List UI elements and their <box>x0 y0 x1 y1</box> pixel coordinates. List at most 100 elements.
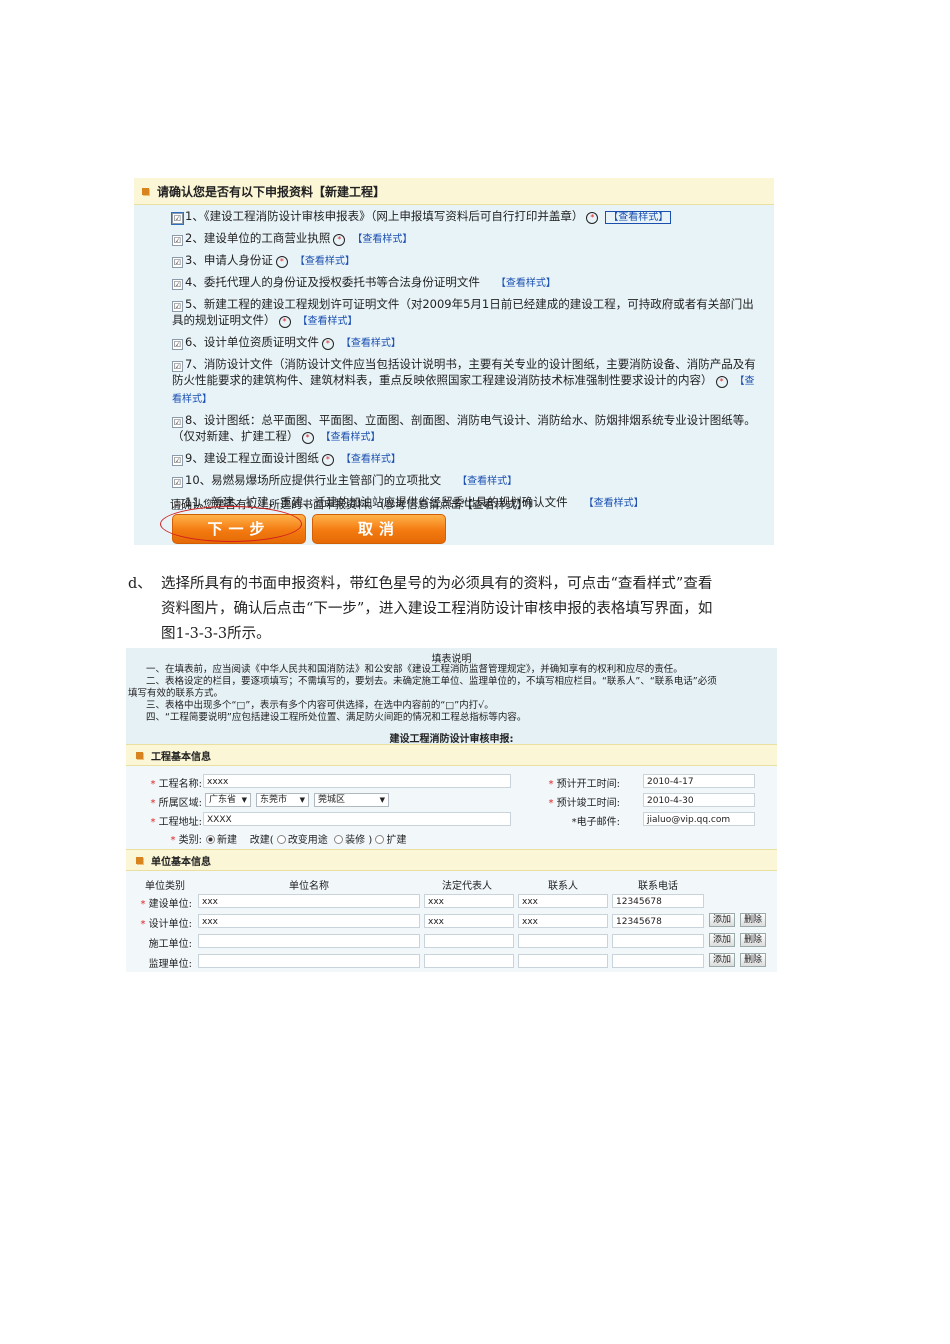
item-text: 8、设计图纸：总平面图、平面图、立面图、剖面图、消防电气设计、消防给水、防烟排烟… <box>172 413 756 443</box>
view-sample-link[interactable]: 【查看样式】 <box>457 476 517 487</box>
end-date-label: * 预计竣工时间: <box>548 798 620 809</box>
checkbox[interactable]: ☑ <box>172 361 183 372</box>
checkbox[interactable]: ☑ <box>172 257 183 268</box>
column-header: 联系电话 <box>638 881 678 892</box>
notes-title: 填表说明 <box>431 654 472 665</box>
chevron-down-icon: ▼ <box>241 796 247 804</box>
delete-button[interactable]: 删除 <box>740 913 766 927</box>
add-button[interactable]: 添加 <box>709 913 735 927</box>
view-sample-link[interactable]: 【查看样式】 <box>298 316 358 327</box>
note-line: 四、“工程简要说明”应包括建设工程所处位置、满足防火间距的情况和工程总指标等内容… <box>146 712 527 723</box>
city-select[interactable]: 东莞市 ▼ <box>256 793 309 807</box>
checkbox[interactable]: ☑ <box>172 339 183 350</box>
view-sample-link[interactable]: 【查看样式】 <box>341 338 401 349</box>
checklist-header: 请确认您是否有以下申报资料【新建工程】 <box>134 178 774 205</box>
checklist-item: ☑ 5、新建工程的建设工程规划许可证明文件（对2009年5月1日前已经建成的建设工… <box>172 296 762 330</box>
contact-input[interactable] <box>518 954 608 968</box>
view-sample-link[interactable]: 【查看样式】 <box>295 256 355 267</box>
contact-input[interactable] <box>518 934 608 948</box>
checklist-item: ☑ 8、设计图纸：总平面图、平面图、立面图、剖面图、消防电气设计、消防给水、防烟排… <box>172 412 762 446</box>
checkbox[interactable]: ☑ <box>171 212 184 225</box>
checkbox[interactable]: ☑ <box>172 417 183 428</box>
checklist-item: ☑ 1、《建设工程消防设计审核申报表》（网上申报填写资料后可自行打印并盖章） * 【查… <box>171 208 762 226</box>
required-star-icon: * <box>275 256 288 268</box>
unit-type: 建设单位: <box>148 899 192 910</box>
paragraph-line: 资料图片，确认后点击“下一步”，进入建设工程消防设计审核申报的表格填写界面，如 <box>161 601 713 617</box>
add-button[interactable]: 添加 <box>709 933 735 947</box>
district-select[interactable]: 莞城区 ▼ <box>314 793 389 807</box>
add-button[interactable]: 添加 <box>709 953 735 967</box>
radio-decoration[interactable] <box>334 835 344 844</box>
chevron-down-icon: ▼ <box>299 796 305 804</box>
checklist-item: ☑ 10、易燃易爆场所应提供行业主管部门的立项批文 【查看样式】 <box>172 472 762 490</box>
required-star-icon: * <box>321 454 334 466</box>
checklist: ☑ 1、《建设工程消防设计审核申报表》（网上申报填写资料后可自行打印并盖章） * 【查… <box>171 208 762 516</box>
unit-type: 监理单位: <box>148 959 192 970</box>
note-line: 填写有效的联系方式。 <box>128 688 224 699</box>
end-date-input[interactable]: 2010-4-30 <box>643 793 755 807</box>
bullet-icon <box>142 187 149 195</box>
note-line: 一、在填表前，应当阅读《中华人民共和国消防法》和公安部《建设工程消防监督管理规定… <box>146 664 683 675</box>
legal-rep-input[interactable] <box>424 934 514 948</box>
province-select[interactable]: 广东省 ▼ <box>205 793 251 807</box>
contact-input[interactable]: xxx <box>518 914 608 928</box>
view-sample-link[interactable]: 【查看样式】 <box>352 234 412 245</box>
highlight-circle <box>160 506 302 542</box>
required-star-icon: * <box>321 338 334 350</box>
form-title: 建设工程消防设计审核申报: <box>389 734 514 745</box>
item-text: 1、《建设工程消防设计审核申报表》（网上申报填写资料后可自行打印并盖章） <box>185 209 584 223</box>
instruction-paragraph: d、 选择所具有的书面申报资料，带红色星号的为必须具有的资料，可点击“查看样式”… <box>128 572 828 647</box>
required-star-icon: * <box>278 316 291 328</box>
section-title: 单位基本信息 <box>151 856 211 868</box>
delete-button[interactable]: 删除 <box>740 953 766 967</box>
bullet-icon <box>136 751 143 759</box>
legal-rep-input[interactable]: xxx <box>424 914 514 928</box>
view-sample-link[interactable]: 【查看样式】 <box>496 278 556 289</box>
email-input[interactable]: jialuo@vip.qq.com <box>643 812 755 826</box>
checkbox[interactable]: ☑ <box>172 455 183 466</box>
view-sample-link[interactable]: 【查看样式】 <box>584 498 644 509</box>
column-header: 单位类别 <box>145 881 185 892</box>
unit-name-input[interactable]: xxx <box>198 914 420 928</box>
phone-input[interactable] <box>612 954 704 968</box>
delete-button[interactable]: 删除 <box>740 933 766 947</box>
project-name-input[interactable]: xxxx <box>203 774 511 788</box>
phone-input[interactable]: 12345678 <box>612 894 704 908</box>
view-sample-link[interactable]: 【查看样式】 <box>321 432 381 443</box>
unit-name-input[interactable] <box>198 934 420 948</box>
phone-input[interactable]: 12345678 <box>612 914 704 928</box>
radio-new[interactable] <box>206 835 215 844</box>
view-sample-link[interactable]: 【查看样式】 <box>341 454 401 465</box>
project-name-label: * 工程名称: <box>150 779 202 790</box>
checkbox[interactable]: ☑ <box>172 279 183 290</box>
document-checklist-panel: 请确认您是否有以下申报资料【新建工程】 ☑ 1、《建设工程消防设计审核申报表》（网… <box>134 178 774 545</box>
start-date-input[interactable]: 2010-4-17 <box>643 774 755 788</box>
note-line: 二、表格设定的栏目，要逐项填写；不需填写的，要划去。未确定施工单位、监理单位的，… <box>146 676 717 687</box>
address-input[interactable]: XXXX <box>203 812 511 826</box>
legal-rep-input[interactable] <box>424 954 514 968</box>
checkbox[interactable]: ☑ <box>172 301 183 312</box>
item-text: 2、建设单位的工商营业执照 <box>185 231 331 245</box>
checkbox[interactable]: ☑ <box>172 235 183 246</box>
paragraph-line: 选择所具有的书面申报资料，带红色星号的为必须具有的资料，可点击“查看样式”查看 <box>161 576 713 592</box>
view-sample-link[interactable]: 【查看样式】 <box>605 211 672 224</box>
item-text: 6、设计单位资质证明文件 <box>185 335 319 349</box>
radio-expand[interactable] <box>375 835 385 844</box>
bullet-icon <box>136 856 143 864</box>
legal-rep-input[interactable]: xxx <box>424 894 514 908</box>
unit-name-input[interactable]: xxx <box>198 894 420 908</box>
phone-input[interactable] <box>612 934 704 948</box>
item-text: 9、建设工程立面设计图纸 <box>185 451 319 465</box>
checkbox[interactable]: ☑ <box>172 477 183 488</box>
item-text: 3、申请人身份证 <box>185 253 273 267</box>
unit-name-input[interactable] <box>198 954 420 968</box>
required-star-icon: * <box>715 376 728 388</box>
note-line: 三、表格中出现多个“□”，表示有多个内容可供选择，在选中内容前的“□”内打√。 <box>146 700 494 711</box>
cancel-button[interactable]: 取消 <box>312 514 446 544</box>
region-label: * 所属区域: <box>150 798 202 809</box>
unit-type: 设计单位: <box>148 919 192 930</box>
contact-input[interactable]: xxx <box>518 894 608 908</box>
section-project-info: 工程基本信息 <box>126 744 777 766</box>
checklist-item: ☑ 4、委托代理人的身份证及授权委托书等合法身份证明文件 【查看样式】 <box>172 274 762 292</box>
radio-change-use[interactable] <box>276 835 286 844</box>
